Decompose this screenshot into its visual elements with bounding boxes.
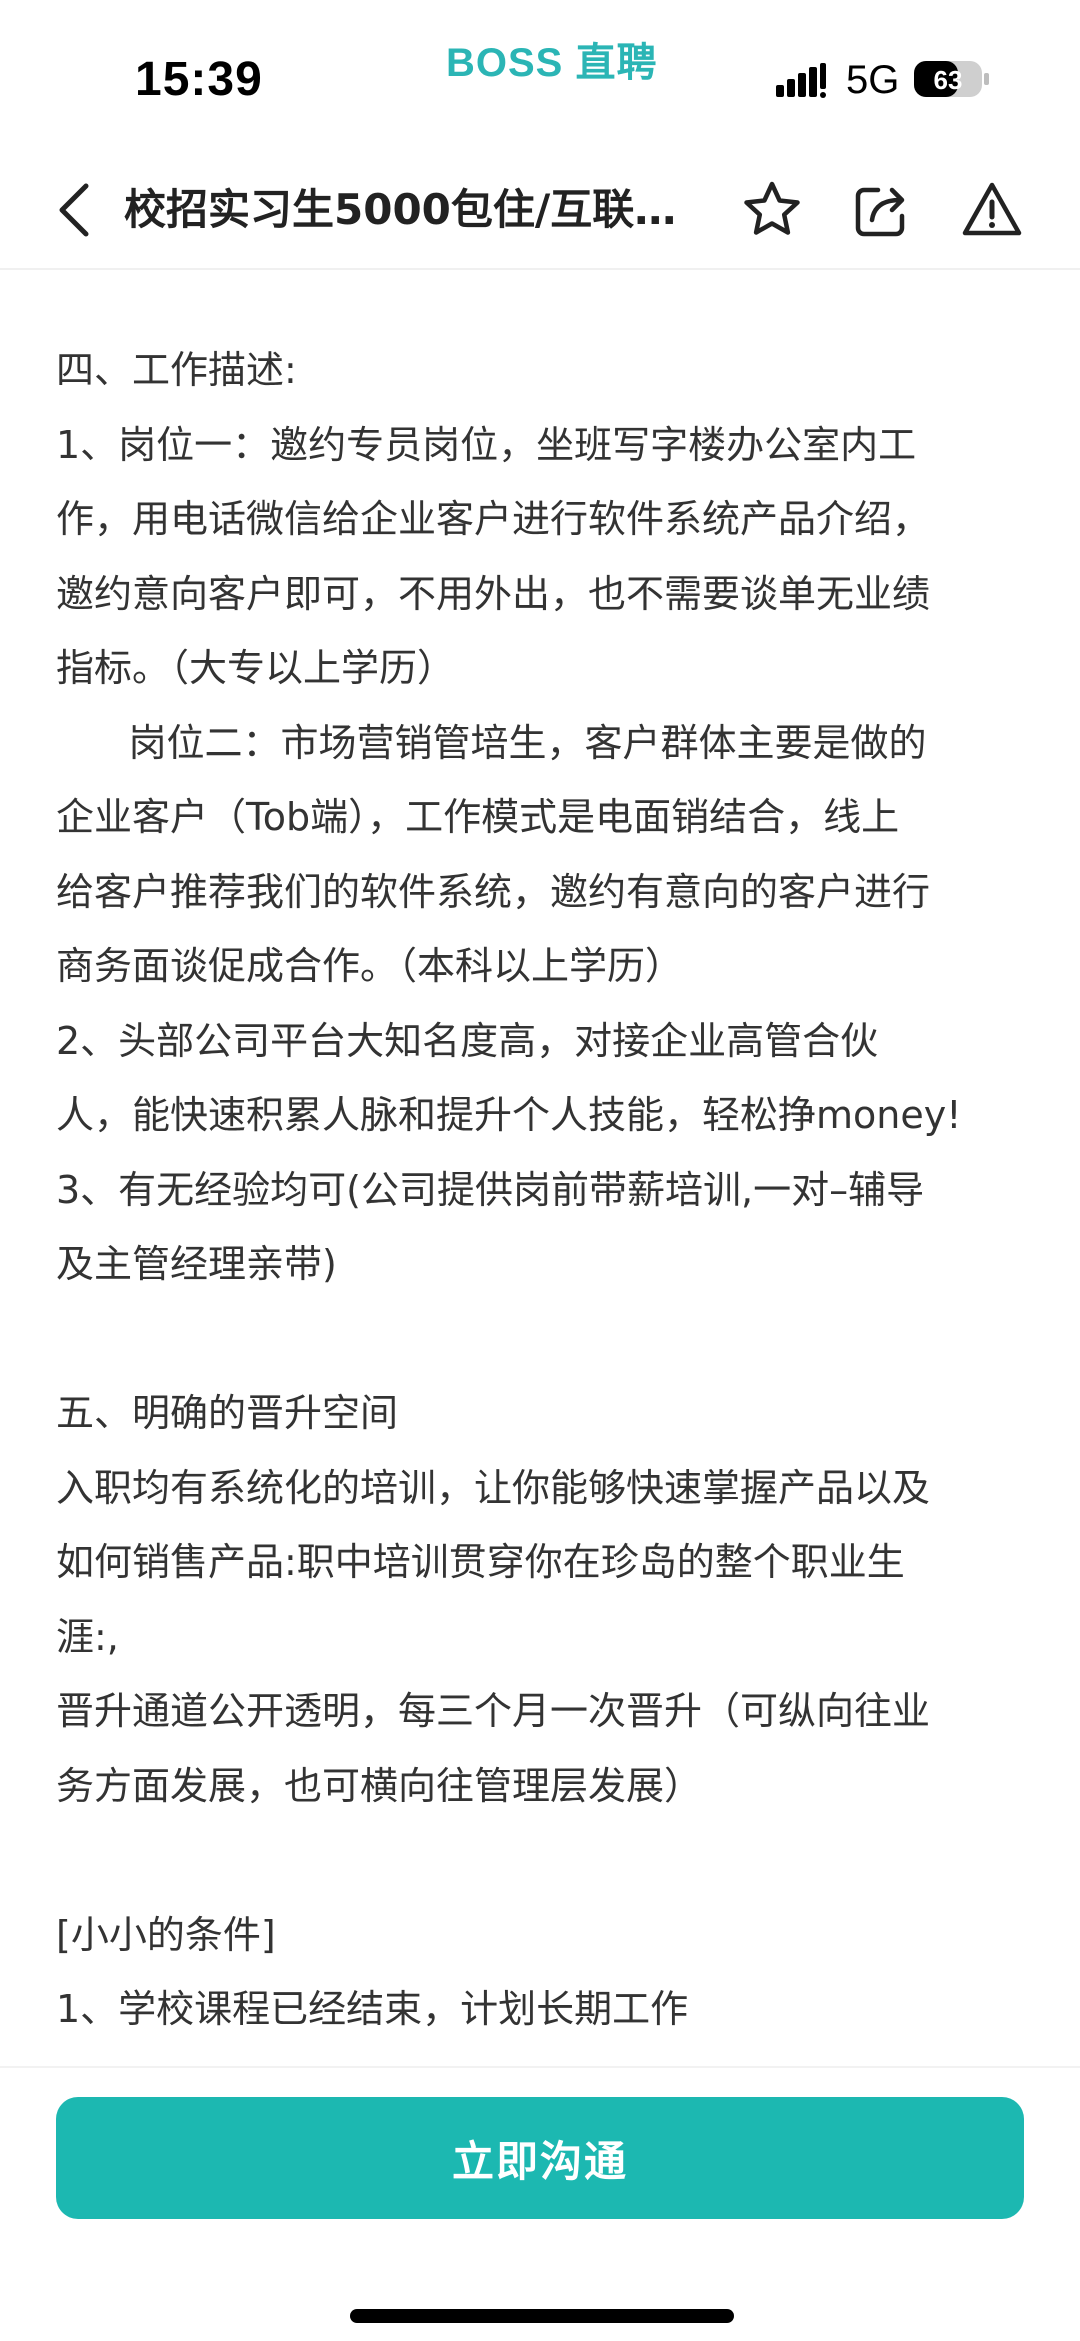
status-time: 15:39 xyxy=(135,53,263,106)
job-title: 校招实习生5000包住/互联… xyxy=(124,185,677,234)
description-line: [小小的条件] xyxy=(56,1912,276,1957)
description-line: 如何销售产品:职中培训贯穿你在珍岛的整个职业生 xyxy=(56,1540,905,1584)
description-line: 五、明确的晋升空间 xyxy=(56,1391,399,1435)
description-line: 务方面发展，也可横向往管理层发展） xyxy=(56,1763,703,1808)
share-icon[interactable] xyxy=(850,178,914,242)
nav-bar: 校招实习生5000包住/互联… xyxy=(0,150,1080,270)
battery-level: 63 xyxy=(934,65,963,95)
description-line: 指标。（大专以上学历） xyxy=(56,646,456,690)
description-line: 人，能快速积累人脉和提升个人技能，轻松挣money! xyxy=(56,1093,962,1137)
chat-now-button[interactable]: 立即沟通 xyxy=(56,2097,1024,2219)
signal-icon xyxy=(776,63,826,98)
description-line: 四、工作描述: xyxy=(56,348,297,392)
status-bar: 15:39 BOSS 直聘 5G 63 xyxy=(0,0,1080,150)
description-line: 给客户推荐我们的软件系统，邀约有意向的客户进行 xyxy=(56,869,931,914)
description-line: 1、岗位一：邀约专员岗位，坐班写字楼办公室内工 xyxy=(56,422,917,467)
description-line: 商务面谈促成合作。（本科以上学历） xyxy=(56,944,684,988)
description-line: 邀约意向客户即可，不用外出，也不需要谈单无业绩 xyxy=(56,571,931,616)
job-detail-page: 15:39 BOSS 直聘 5G 63 校招实习生5000包住/互联… 四、工作… xyxy=(0,0,1080,2341)
job-description: 四、工作描述: 1、岗位一：邀约专员岗位，坐班写字楼办公室内工 作，用电话微信给企业… xyxy=(56,333,1046,2063)
warning-icon[interactable] xyxy=(960,178,1024,242)
description-line: 涯:, xyxy=(56,1614,119,1659)
home-indicator[interactable] xyxy=(350,2309,734,2323)
back-arrow-icon[interactable] xyxy=(50,176,98,244)
brand-logo: BOSS 直聘 xyxy=(446,41,658,85)
description-line: 企业客户（Tob端），工作模式是电面销结合，线上 xyxy=(56,795,900,839)
description-line: 入职均有系统化的培训，让你能够快速掌握产品以及 xyxy=(56,1465,931,1510)
description-line: 3、有无经验均可(公司提供岗前带薪培训,一对–辅导 xyxy=(56,1167,925,1212)
description-line: 作，用电话微信给企业客户进行软件系统产品介绍， xyxy=(56,497,931,541)
network-type: 5G xyxy=(846,58,900,102)
description-line: 及主管经理亲带) xyxy=(56,1242,337,1286)
description-line: 2、表达流畅,普通话流利,沟通能力强 xyxy=(56,2047,1046,2064)
description-line: 1、学校课程已经结束，计划长期工作 xyxy=(56,1987,689,2031)
description-line: 2、头部公司平台大知名度高，对接企业高管合伙 xyxy=(56,1018,879,1063)
bottom-action-bar: 立即沟通 xyxy=(0,2066,1080,2341)
description-line: 岗位二：市场营销管培生，客户群体主要是做的 xyxy=(56,720,927,765)
star-icon[interactable] xyxy=(740,178,804,242)
battery-icon: 63 xyxy=(914,61,989,97)
description-line: 晋升通道公开透明，每三个月一次晋升（可纵向往业 xyxy=(56,1689,931,1733)
